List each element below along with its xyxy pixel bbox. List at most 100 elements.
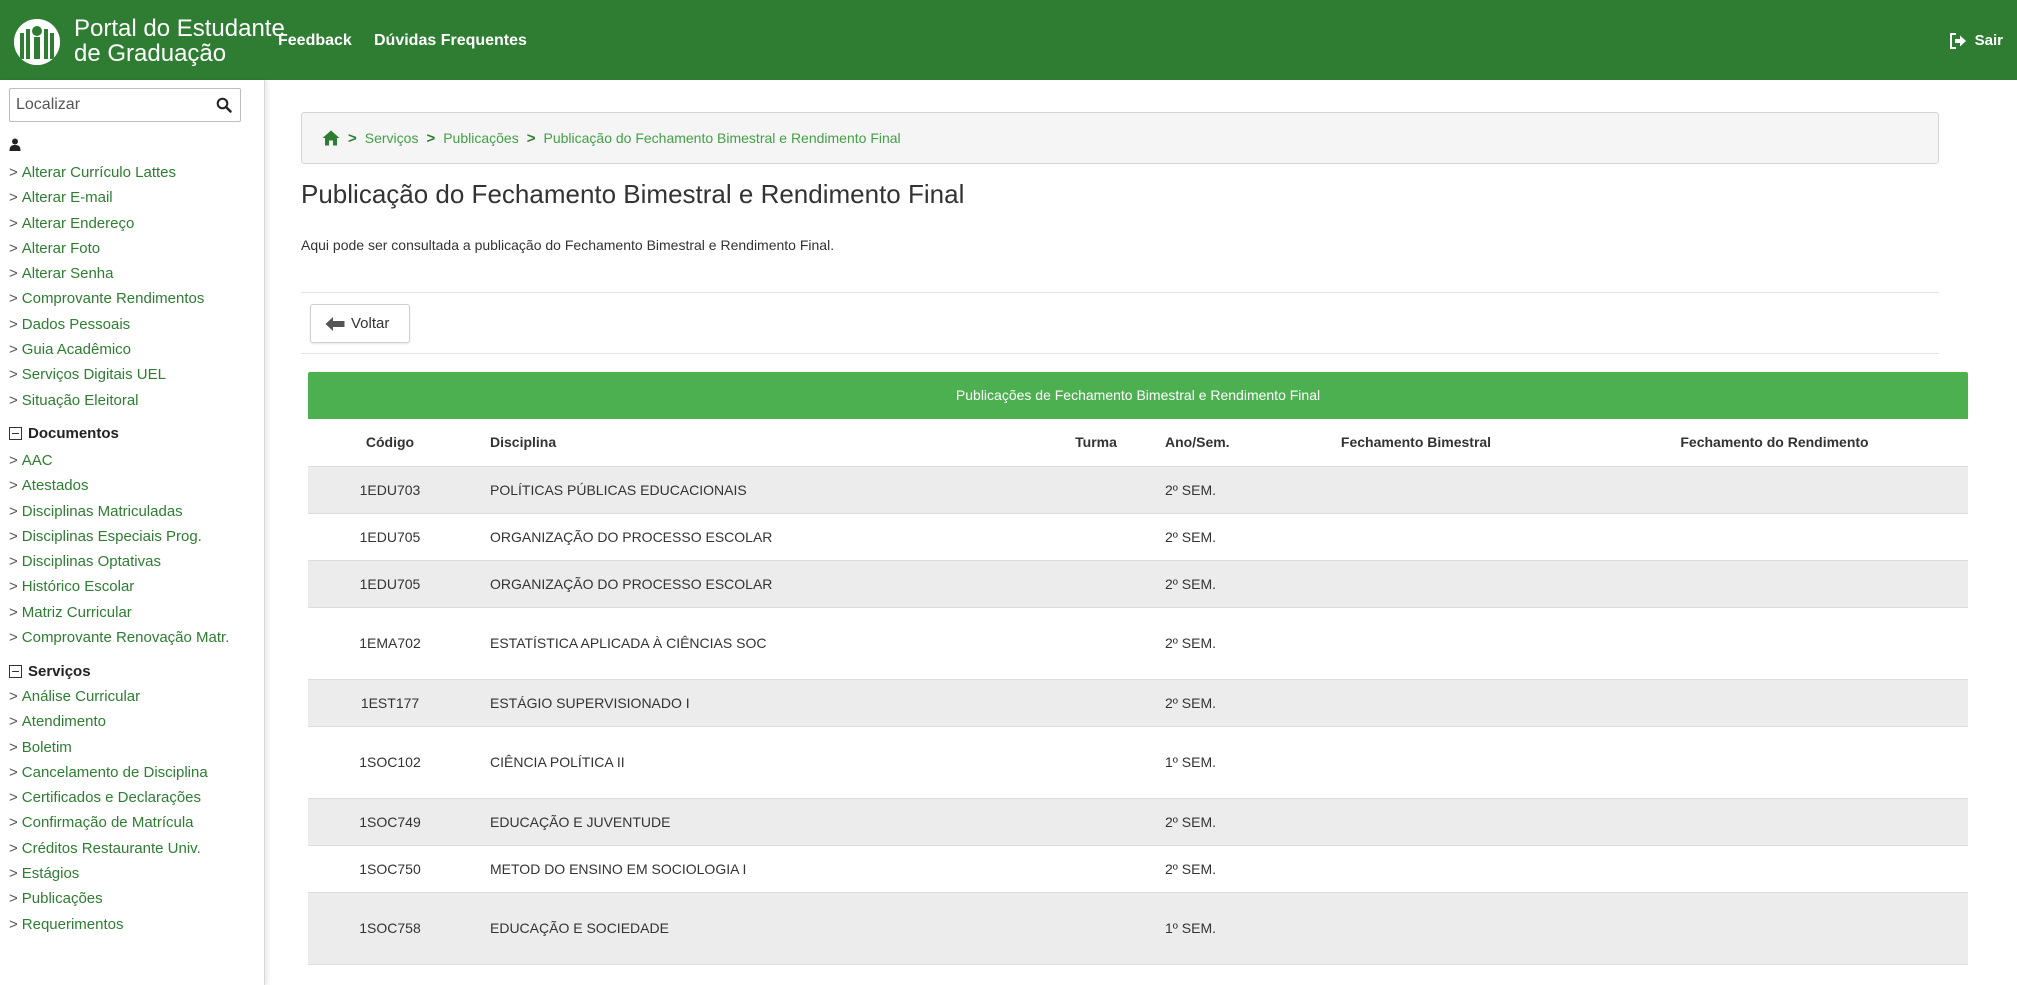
table-row: 1EST177 ESTÁGIO SUPERVISIONADO I 2º SEM. [308,679,1968,727]
cell-turma [1041,560,1151,608]
cell-codigo: 1EMA702 [308,607,472,680]
search-box [9,88,241,122]
sidebar-item-comprovante-renovacao-matr[interactable]: > Comprovante Renovação Matr. [9,625,229,650]
table-caption: Publicações de Fechamento Bimestral e Re… [308,372,1968,419]
table-row: 1SOC749 EDUCAÇÃO E JUVENTUDE 2º SEM. [308,798,1968,846]
section-documentos[interactable]: Documentos [9,425,119,442]
sidebar-item-publicacoes[interactable]: > Publicações [9,886,208,911]
cell-fechamento-bimestral [1251,798,1581,846]
cell-turma [1041,513,1151,561]
sidebar-item-alterar-endereco[interactable]: > Alterar Endereço [9,211,204,236]
sidebar-item-requerimentos[interactable]: > Requerimentos [9,912,208,937]
cell-disciplina: EDUCAÇÃO E JUVENTUDE [472,798,1041,846]
home-icon[interactable] [322,130,340,146]
back-label: Voltar [351,315,390,332]
cell-ano-sem: 2º SEM. [1151,513,1251,561]
sidebar-item-cancelamento-de-disciplina[interactable]: > Cancelamento de Disciplina [9,760,208,785]
sidebar-item-atendimento[interactable]: > Atendimento [9,709,208,734]
sidebar-item-matriz-curricular[interactable]: > Matriz Curricular [9,600,229,625]
cell-turma [1041,466,1151,514]
brand-title[interactable]: Portal do Estudante de Graduação [74,16,285,66]
table-row: 1SOC102 CIÊNCIA POLÍTICA II 1º SEM. [308,726,1968,799]
sidebar-item-guia-academico[interactable]: > Guia Acadêmico [9,337,204,362]
cell-codigo: 1EST177 [308,679,472,727]
cell-ano-sem: 2º SEM. [1151,798,1251,846]
uel-logo-icon[interactable] [14,19,60,65]
nav-feedback[interactable]: Feedback [278,32,352,50]
cell-turma [1041,845,1151,893]
sidebar-item-boletim[interactable]: > Boletim [9,735,208,760]
sidebar-item-comprovante-rendimentos[interactable]: > Comprovante Rendimentos [9,286,204,311]
sidebar-item-aac[interactable]: > AAC [9,448,229,473]
search-icon[interactable] [216,97,232,113]
sidebar-item-analise-curricular[interactable]: > Análise Curricular [9,684,208,709]
cell-fechamento-rendimento [1581,513,1968,561]
logout-label: Sair [1974,32,2003,49]
sidebar-item-disciplinas-matriculadas[interactable]: > Disciplinas Matriculadas [9,499,229,524]
sidebar-item-disciplinas-optativas[interactable]: > Disciplinas Optativas [9,549,229,574]
breadcrumb: > Serviços > Publicações > Publicação do… [301,112,1939,164]
back-button[interactable]: Voltar [310,304,410,343]
cell-ano-sem: 2º SEM. [1151,607,1251,680]
cell-disciplina: METOD DO ENSINO EM SOCIOLOGIA I [472,845,1041,893]
cell-fechamento-rendimento [1581,607,1968,680]
publications-table: Publicações de Fechamento Bimestral e Re… [308,372,1968,965]
table-row: 1EDU705 ORGANIZAÇÃO DO PROCESSO ESCOLAR 2º… [308,513,1968,561]
sidebar-item-confirmacao-de-matricula[interactable]: > Confirmação de Matrícula [9,810,208,835]
cell-codigo: 1SOC749 [308,798,472,846]
cell-codigo: 1SOC758 [308,892,472,965]
toolbar: Voltar [301,292,1939,354]
nav-duvidas-frequentes[interactable]: Dúvidas Frequentes [374,32,527,50]
col-header-fechamento-rendimento[interactable]: Fechamento do Rendimento [1581,419,1968,467]
cell-codigo: 1EDU705 [308,560,472,608]
sidebar-item-alterar-senha[interactable]: > Alterar Senha [9,261,204,286]
sidebar-item-disciplinas-especiais-prog[interactable]: > Disciplinas Especiais Prog. [9,524,229,549]
sidebar-item-historico-escolar[interactable]: > Histórico Escolar [9,574,229,599]
sidebar-item-creditos-restaurante-univ[interactable]: > Créditos Restaurante Univ. [9,836,208,861]
sign-out-icon [1949,32,1966,49]
cell-fechamento-bimestral [1251,607,1581,680]
cell-turma [1041,798,1151,846]
sidebar-item-alterar-curriculo-lattes[interactable]: > Alterar Currículo Lattes [9,160,204,185]
arrow-left-icon [325,316,345,331]
user-menu: > Alterar Currículo Lattes > Alterar E-mai… [9,160,204,413]
cell-fechamento-bimestral [1251,892,1581,965]
breadcrumb-servicos[interactable]: Serviços [365,130,419,146]
sidebar-item-alterar-email[interactable]: > Alterar E-mail [9,185,204,210]
servicos-menu: > Análise Curricular > Atendimento > Boleti… [9,684,208,937]
brand-line-1: Portal do Estudante [74,15,285,42]
sidebar-item-atestados[interactable]: > Atestados [9,473,229,498]
cell-fechamento-bimestral [1251,560,1581,608]
table-body: 1EDU703 POLÍTICAS PÚBLICAS EDUCACIONAIS 2º… [308,466,1968,965]
sidebar-item-dados-pessoais[interactable]: > Dados Pessoais [9,312,204,337]
cell-fechamento-bimestral [1251,845,1581,893]
breadcrumb-separator: > [526,129,536,147]
cell-disciplina: EDUCAÇÃO E SOCIEDADE [472,892,1041,965]
sidebar-item-certificados-e-declaracoes[interactable]: > Certificados e Declarações [9,785,208,810]
col-header-turma[interactable]: Turma [1041,419,1151,467]
section-servicos[interactable]: Serviços [9,663,91,680]
cell-fechamento-rendimento [1581,679,1968,727]
col-header-ano-sem[interactable]: Ano/Sem. [1151,419,1251,467]
sidebar-item-situacao-eleitoral[interactable]: > Situação Eleitoral [9,388,204,413]
sidebar-item-alterar-foto[interactable]: > Alterar Foto [9,236,204,261]
brand-line-2: de Graduação [74,40,227,67]
col-header-codigo[interactable]: Código [308,419,472,467]
minus-square-icon [9,665,22,678]
sidebar-item-servicos-digitais-uel[interactable]: > Serviços Digitais UEL [9,362,204,387]
cell-ano-sem: 2º SEM. [1151,466,1251,514]
col-header-fechamento-bimestral[interactable]: Fechamento Bimestral [1251,419,1581,467]
breadcrumb-separator: > [426,129,436,147]
logout-button[interactable]: Sair [1949,32,2003,49]
col-header-disciplina[interactable]: Disciplina [472,419,1041,467]
cell-ano-sem: 2º SEM. [1151,679,1251,727]
breadcrumb-current[interactable]: Publicação do Fechamento Bimestral e Ren… [543,130,900,146]
cell-ano-sem: 1º SEM. [1151,892,1251,965]
page-title: Publicação do Fechamento Bimestral e Ren… [301,179,965,209]
cell-codigo: 1SOC750 [308,845,472,893]
breadcrumb-separator: > [348,129,357,147]
breadcrumb-publicacoes[interactable]: Publicações [443,130,519,146]
sidebar-item-estagios[interactable]: > Estágios [9,861,208,886]
search-input[interactable] [10,89,206,121]
table-row: 1EDU703 POLÍTICAS PÚBLICAS EDUCACIONAIS 2º… [308,466,1968,514]
